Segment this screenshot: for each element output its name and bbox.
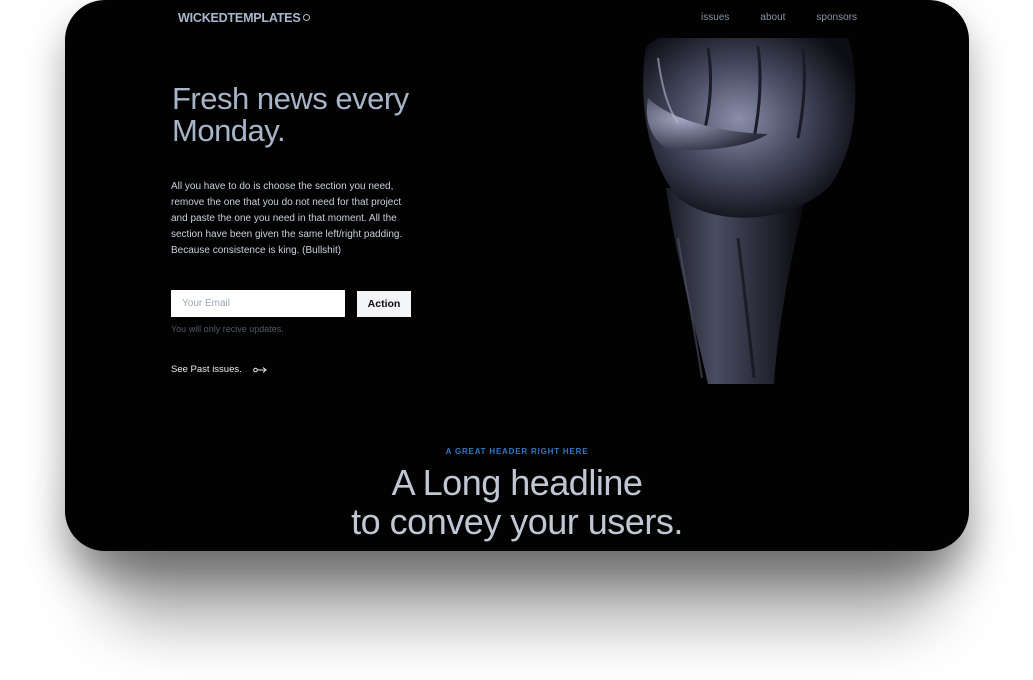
email-input[interactable] [171,290,345,317]
arrow-right-icon [252,366,267,373]
headline-line-2: to convey your users. [351,501,683,542]
headline-line-1: A Long headline [391,462,643,503]
email-hint: You will only recive updates. [171,324,284,334]
brand-name: WICKEDTEMPLATES [178,11,301,25]
action-button[interactable]: Action [357,291,411,317]
circle-icon [303,14,311,21]
past-issues-label: See Past issues. [171,364,242,375]
nav-item-about[interactable]: about [760,12,785,23]
brand-logo[interactable]: WICKEDTEMPLATES [178,11,311,25]
fist-image [643,38,856,384]
page: WICKEDTEMPLATES issues about sponsors Fr… [0,0,1033,680]
section-eyebrow: A GREAT HEADER RIGHT HERE [445,447,589,456]
nav-item-issues[interactable]: issues [701,12,729,23]
top-nav: issues about sponsors [701,12,857,23]
section-headline: A Long headline to convey your users. [65,463,969,541]
hero-description: All you have to do is choose the section… [171,181,403,256]
hero-title: Fresh news every Monday. [172,81,409,148]
nav-item-sponsors[interactable]: sponsors [816,12,857,23]
landing-page-device: WICKEDTEMPLATES issues about sponsors Fr… [65,0,969,551]
past-issues-link[interactable]: See Past issues. [171,364,267,375]
